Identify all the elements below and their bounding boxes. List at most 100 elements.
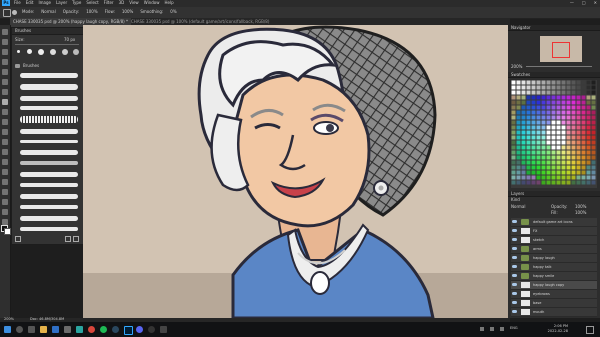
layer-row[interactable]: base bbox=[511, 299, 597, 308]
brush-stroke-preview[interactable] bbox=[20, 183, 78, 187]
layer-row-selected[interactable]: happy laugh copy bbox=[511, 281, 597, 290]
visibility-eye-icon[interactable] bbox=[512, 292, 517, 295]
brush-stroke-preview[interactable] bbox=[20, 84, 78, 90]
swatch-cell[interactable] bbox=[556, 80, 561, 85]
brush-tool-icon[interactable] bbox=[12, 10, 17, 15]
swatch-cell[interactable] bbox=[571, 80, 576, 85]
swatch-cell[interactable] bbox=[536, 95, 541, 100]
swatch-cell[interactable] bbox=[551, 105, 556, 110]
swatch-cell[interactable] bbox=[531, 95, 536, 100]
swatch-cell[interactable] bbox=[566, 80, 571, 85]
illustration-canvas[interactable] bbox=[83, 25, 508, 318]
swatch-cell[interactable] bbox=[561, 130, 566, 135]
swatch-cell[interactable] bbox=[586, 175, 591, 180]
gradient-tool-icon[interactable] bbox=[2, 139, 8, 145]
swatch-cell[interactable] bbox=[571, 150, 576, 155]
layer-row[interactable]: default game art icons bbox=[511, 218, 597, 227]
menu-3d[interactable]: 3D bbox=[119, 1, 125, 5]
swatch-cell[interactable] bbox=[541, 170, 546, 175]
swatch-cell[interactable] bbox=[571, 85, 576, 90]
network-icon[interactable] bbox=[490, 327, 494, 331]
swatch-cell[interactable] bbox=[516, 110, 521, 115]
swatch-cell[interactable] bbox=[591, 105, 596, 110]
swatch-cell[interactable] bbox=[551, 90, 556, 95]
swatch-cell[interactable] bbox=[511, 155, 516, 160]
swatch-cell[interactable] bbox=[516, 120, 521, 125]
swatch-cell[interactable] bbox=[521, 145, 526, 150]
swatch-cell[interactable] bbox=[566, 130, 571, 135]
swatch-cell[interactable] bbox=[571, 170, 576, 175]
swatch-cell[interactable] bbox=[576, 125, 581, 130]
swatch-cell[interactable] bbox=[581, 90, 586, 95]
layer-row[interactable]: arms bbox=[511, 245, 597, 254]
swatch-cell[interactable] bbox=[556, 110, 561, 115]
brush-stroke-preview[interactable] bbox=[20, 116, 78, 123]
swatch-cell[interactable] bbox=[551, 80, 556, 85]
swatch-cell[interactable] bbox=[556, 115, 561, 120]
brush-stroke-preview[interactable] bbox=[20, 150, 78, 155]
swatch-cell[interactable] bbox=[526, 160, 531, 165]
brush-stroke-preview[interactable] bbox=[20, 73, 78, 78]
swatch-cell[interactable] bbox=[576, 90, 581, 95]
swatch-cell[interactable] bbox=[571, 105, 576, 110]
swatch-cell[interactable] bbox=[526, 180, 531, 185]
swatch-cell[interactable] bbox=[511, 160, 516, 165]
swatch-cell[interactable] bbox=[586, 105, 591, 110]
swatch-cell[interactable] bbox=[526, 100, 531, 105]
dodge-tool-icon[interactable] bbox=[2, 159, 8, 165]
swatch-cell[interactable] bbox=[536, 120, 541, 125]
swatch-cell[interactable] bbox=[516, 170, 521, 175]
swatch-cell[interactable] bbox=[516, 150, 521, 155]
swatch-cell[interactable] bbox=[546, 145, 551, 150]
swatch-cell[interactable] bbox=[516, 80, 521, 85]
swatch-cell[interactable] bbox=[521, 115, 526, 120]
layer-row[interactable]: happy smile bbox=[511, 272, 597, 281]
brush-preset-dot[interactable] bbox=[27, 49, 32, 54]
swatch-cell[interactable] bbox=[571, 115, 576, 120]
smoothing-input[interactable]: 0% bbox=[170, 10, 176, 14]
swatch-cell[interactable] bbox=[526, 155, 531, 160]
swatch-cell[interactable] bbox=[546, 115, 551, 120]
menu-window[interactable]: Window bbox=[144, 1, 160, 5]
swatch-cell[interactable] bbox=[526, 80, 531, 85]
swatch-cell[interactable] bbox=[541, 115, 546, 120]
swatch-cell[interactable] bbox=[551, 125, 556, 130]
task-view-icon[interactable] bbox=[28, 326, 35, 333]
swatch-cell[interactable] bbox=[576, 175, 581, 180]
swatch-cell[interactable] bbox=[566, 95, 571, 100]
shape-tool-icon[interactable] bbox=[2, 199, 8, 205]
swatch-cell[interactable] bbox=[581, 120, 586, 125]
swatch-cell[interactable] bbox=[516, 85, 521, 90]
swatch-cell[interactable] bbox=[551, 95, 556, 100]
swatch-cell[interactable] bbox=[556, 160, 561, 165]
swatch-cell[interactable] bbox=[536, 80, 541, 85]
swatch-cell[interactable] bbox=[531, 115, 536, 120]
swatch-cell[interactable] bbox=[531, 165, 536, 170]
swatch-cell[interactable] bbox=[576, 155, 581, 160]
swatch-cell[interactable] bbox=[531, 105, 536, 110]
system-clock[interactable]: 2:06 PM 2022-02-28 bbox=[548, 324, 568, 333]
menu-file[interactable]: File bbox=[14, 1, 21, 5]
visibility-eye-icon[interactable] bbox=[512, 229, 517, 232]
swatch-cell[interactable] bbox=[586, 90, 591, 95]
swatch-cell[interactable] bbox=[571, 100, 576, 105]
swatch-cell[interactable] bbox=[531, 145, 536, 150]
brush-stroke-preview[interactable] bbox=[20, 194, 78, 199]
swatch-cell[interactable] bbox=[541, 165, 546, 170]
swatch-cell[interactable] bbox=[591, 180, 596, 185]
layer-row[interactable]: sketch bbox=[511, 236, 597, 245]
swatch-cell[interactable] bbox=[591, 110, 596, 115]
swatch-cell[interactable] bbox=[566, 155, 571, 160]
visibility-eye-icon[interactable] bbox=[512, 301, 517, 304]
swatch-cell[interactable] bbox=[581, 95, 586, 100]
brush-stroke-preview[interactable] bbox=[20, 129, 78, 134]
swatch-cell[interactable] bbox=[591, 80, 596, 85]
swatch-cell[interactable] bbox=[586, 85, 591, 90]
swatch-cell[interactable] bbox=[561, 120, 566, 125]
swatch-cell[interactable] bbox=[516, 135, 521, 140]
swatch-cell[interactable] bbox=[586, 150, 591, 155]
brush-stroke-preview[interactable] bbox=[20, 161, 78, 165]
swatch-cell[interactable] bbox=[581, 150, 586, 155]
swatch-cell[interactable] bbox=[531, 170, 536, 175]
swatch-cell[interactable] bbox=[531, 85, 536, 90]
